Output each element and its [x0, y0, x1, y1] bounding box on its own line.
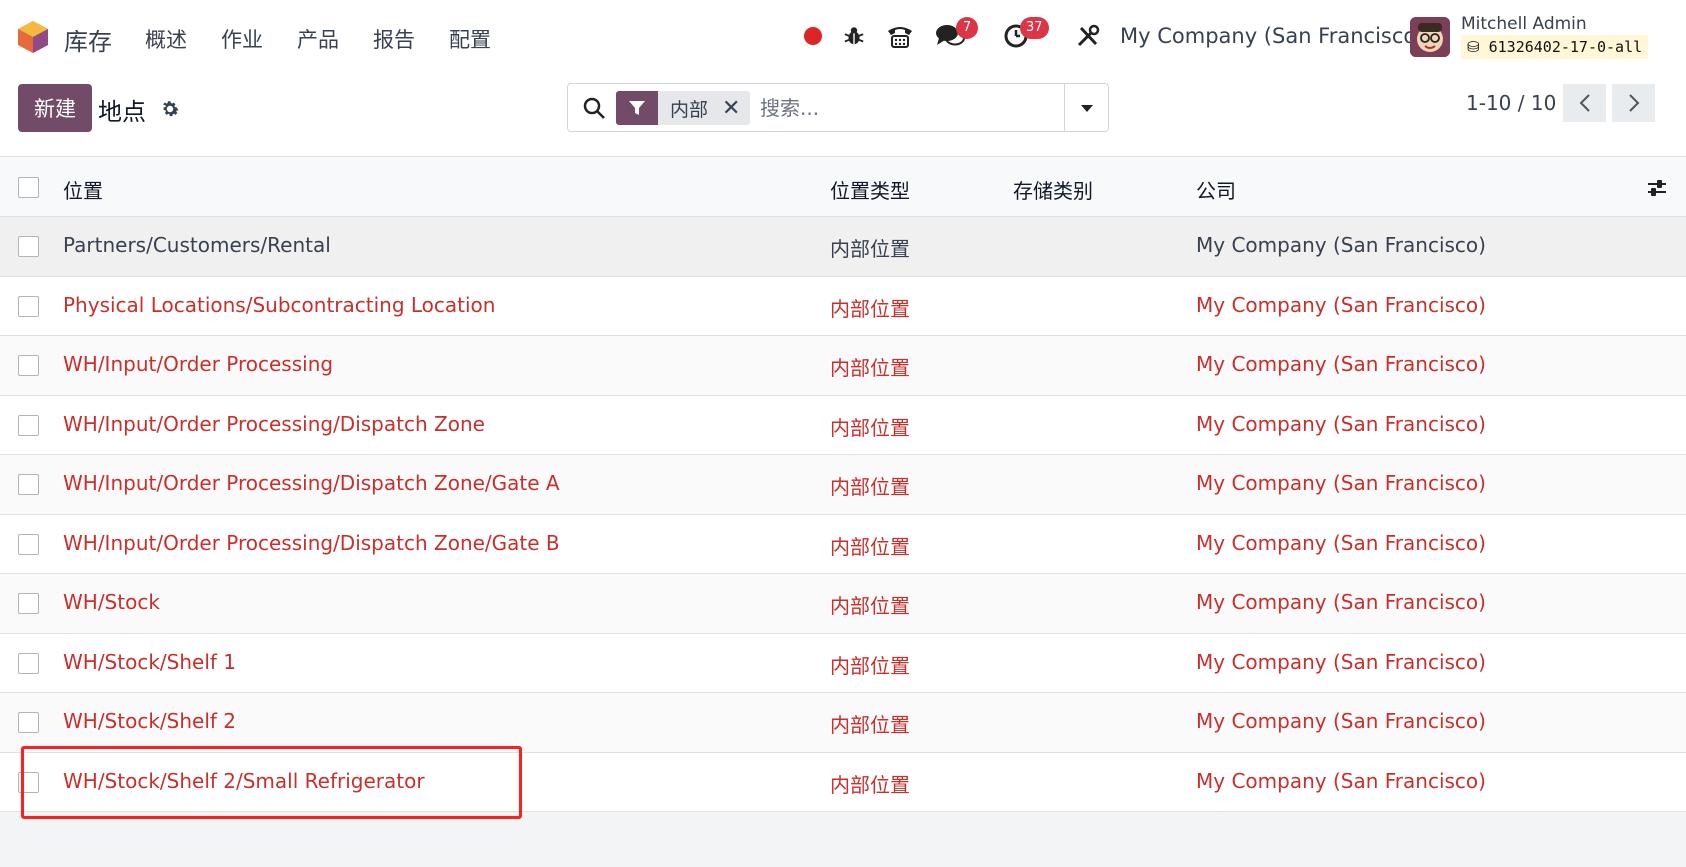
user-avatar[interactable] [1410, 17, 1450, 57]
row-checkbox[interactable] [18, 712, 39, 733]
row-checkbox[interactable] [18, 652, 39, 674]
table-row[interactable]: WH/Stock 内部位置 My Company (San Francisco) [0, 574, 1686, 634]
search-facet-internal: 内部 ✕ [616, 91, 751, 125]
cell-location[interactable]: Physical Locations/Subcontracting Locati… [63, 293, 495, 317]
filter-icon [616, 91, 658, 125]
select-all-checkbox[interactable] [18, 177, 39, 198]
list-body: Partners/Customers/Rental 内部位置 My Compan… [0, 217, 1686, 812]
row-checkbox[interactable] [18, 414, 39, 436]
remove-facet-close-icon[interactable]: ✕ [722, 96, 740, 121]
menu-item-overview[interactable]: 概述 [145, 24, 187, 54]
pager-previous-button[interactable] [1563, 84, 1606, 122]
table-row[interactable]: WH/Input/Order Processing/Dispatch Zone/… [0, 455, 1686, 515]
debug-tools-icon[interactable] [1072, 20, 1104, 52]
cell-location-type: 内部位置 [830, 237, 910, 261]
search-options-toggle[interactable] [1064, 84, 1108, 131]
cell-location-type: 内部位置 [830, 356, 910, 380]
table-row[interactable]: Partners/Customers/Rental 内部位置 My Compan… [0, 217, 1686, 277]
row-checkbox[interactable] [18, 771, 39, 793]
column-header-location-type[interactable]: 位置类型 [830, 175, 910, 204]
chevron-left-icon [1579, 94, 1590, 112]
cell-location[interactable]: WH/Input/Order Processing/Dispatch Zone [63, 412, 485, 436]
messages-count-badge: 7 [956, 17, 978, 39]
cell-location[interactable]: WH/Stock [63, 590, 160, 614]
cell-location-type: 内部位置 [830, 653, 910, 678]
cell-location[interactable]: WH/Stock/Shelf 2 [63, 709, 236, 733]
phone-icon[interactable] [884, 20, 916, 52]
row-checkbox[interactable] [18, 295, 39, 317]
cell-company: My Company (San Francisco) [1196, 352, 1486, 376]
search-input[interactable] [760, 91, 1040, 125]
menu-item-configuration[interactable]: 配置 [449, 24, 491, 54]
cell-location-type: 内部位置 [830, 534, 910, 559]
row-checkbox[interactable] [18, 236, 39, 257]
table-row[interactable]: WH/Input/Order Processing/Dispatch Zone/… [0, 515, 1686, 574]
new-button[interactable]: 新建 [18, 84, 92, 132]
app-name[interactable]: 库存 [64, 22, 112, 57]
facet-label: 内部 [670, 98, 709, 121]
inventory-app-icon[interactable] [17, 20, 49, 54]
cell-location[interactable]: WH/Input/Order Processing/Dispatch Zone/… [63, 471, 560, 495]
cell-company: My Company (San Francisco) [1196, 768, 1486, 793]
column-header-storage-category[interactable]: 存储类别 [1013, 175, 1093, 204]
row-checkbox[interactable] [18, 533, 39, 555]
cell-company: My Company (San Francisco) [1196, 590, 1486, 614]
list-header: 位置 位置类型 存储类别 公司 [0, 156, 1686, 217]
cell-location-type: 内部位置 [830, 594, 910, 618]
cell-company: My Company (San Francisco) [1196, 411, 1486, 436]
cell-location[interactable]: WH/Stock/Shelf 2/Small Refrigerator [63, 769, 425, 793]
pager-next-button[interactable] [1612, 84, 1655, 122]
cell-company: My Company (San Francisco) [1196, 471, 1486, 495]
table-row[interactable]: Physical Locations/Subcontracting Locati… [0, 277, 1686, 336]
cell-company: My Company (San Francisco) [1196, 233, 1486, 257]
cell-location-type: 内部位置 [830, 772, 910, 797]
company-switcher[interactable]: My Company (San Francisco) [1120, 24, 1424, 48]
row-checkbox[interactable] [18, 355, 39, 376]
cell-location[interactable]: WH/Input/Order Processing/Dispatch Zone/… [63, 531, 560, 555]
database-name: ⛁ 61326402-17-0-all [1461, 35, 1649, 59]
cell-location-type: 内部位置 [830, 475, 910, 499]
table-row[interactable]: WH/Stock/Shelf 2 内部位置 My Company (San Fr… [0, 693, 1686, 753]
cell-company: My Company (San Francisco) [1196, 649, 1486, 674]
row-checkbox[interactable] [18, 474, 39, 495]
page-title: 地点 [98, 98, 146, 126]
cell-location[interactable]: Partners/Customers/Rental [63, 233, 331, 257]
cell-location[interactable]: WH/Input/Order Processing [63, 352, 333, 376]
table-row[interactable]: WH/Stock/Shelf 1 内部位置 My Company (San Fr… [0, 634, 1686, 693]
cell-location-type: 内部位置 [830, 713, 910, 737]
table-row[interactable]: WH/Input/Order Processing/Dispatch Zone … [0, 396, 1686, 455]
table-row[interactable]: WH/Input/Order Processing 内部位置 My Compan… [0, 336, 1686, 396]
gear-icon[interactable] [159, 98, 181, 120]
chevron-right-icon [1628, 94, 1639, 112]
cell-location[interactable]: WH/Stock/Shelf 1 [63, 650, 236, 674]
column-header-company[interactable]: 公司 [1196, 175, 1236, 204]
table-row[interactable]: WH/Stock/Shelf 2/Small Refrigerator 内部位置… [0, 753, 1686, 812]
cell-company: My Company (San Francisco) [1196, 292, 1486, 317]
cell-company: My Company (San Francisco) [1196, 530, 1486, 555]
cell-location-type: 内部位置 [830, 415, 910, 440]
user-name[interactable]: Mitchell Admin [1461, 14, 1587, 34]
search-bar: 内部 ✕ [567, 83, 1109, 132]
locations-list: 位置 位置类型 存储类别 公司 Partners/Customers/Renta… [0, 156, 1686, 812]
caret-down-icon [1080, 104, 1093, 112]
menu-item-operations[interactable]: 作业 [221, 24, 263, 54]
column-header-location[interactable]: 位置 [63, 175, 103, 204]
activities-count-badge: 37 [1020, 17, 1049, 39]
bug-icon[interactable] [838, 20, 870, 52]
cell-company: My Company (San Francisco) [1196, 709, 1486, 733]
optional-columns-sliders-icon[interactable] [1646, 177, 1668, 199]
search-icon[interactable] [582, 96, 606, 120]
top-navbar: 库存 概述 作业 产品 报告 配置 7 37 My Company (San F… [0, 0, 1686, 75]
menu-item-products[interactable]: 产品 [297, 24, 339, 54]
recording-dot-icon[interactable] [804, 27, 822, 45]
cell-location-type: 内部位置 [830, 296, 910, 321]
row-checkbox[interactable] [18, 593, 39, 614]
database-icon: ⛁ [1467, 38, 1480, 56]
main-menu: 概述 作业 产品 报告 配置 [145, 24, 525, 54]
list-footer-space [0, 812, 1686, 867]
menu-item-reporting[interactable]: 报告 [373, 24, 415, 54]
pager-value[interactable]: 1-10 / 10 [1466, 91, 1556, 115]
